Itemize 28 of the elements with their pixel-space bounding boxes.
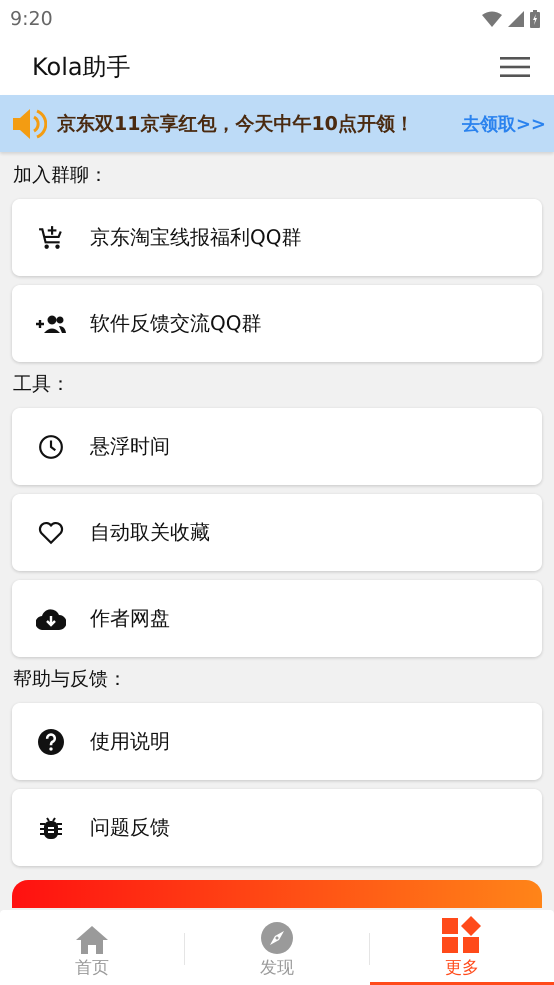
menu-card[interactable]: 软件反馈交流QQ群 [12, 285, 542, 362]
app-title: Kola助手 [32, 52, 131, 82]
clock-icon [38, 434, 64, 460]
bug-icon [39, 816, 63, 840]
grid-icon [442, 916, 482, 954]
add-group-icon [36, 314, 66, 334]
menu-icon[interactable] [500, 56, 530, 76]
menu-card[interactable]: 自动取关收藏 [12, 494, 542, 571]
wifi-icon [482, 11, 502, 27]
speaker-icon [13, 108, 47, 140]
section-title: 帮助与反馈： [13, 667, 127, 692]
menu-card[interactable]: 悬浮时间 [12, 408, 542, 485]
notice-text: 京东双11京享红包，今天中午10点开领！ [57, 112, 415, 136]
menu-card[interactable]: 问题反馈 [12, 789, 542, 866]
heart-icon [38, 520, 64, 544]
compass-icon [261, 922, 293, 954]
menu-card[interactable]: 京东淘宝线报福利QQ群 [12, 199, 542, 276]
cart-icon [38, 224, 64, 250]
signal-icon [508, 11, 524, 27]
section-title: 加入群聊： [13, 163, 108, 188]
help-icon [38, 728, 64, 754]
home-icon [76, 926, 108, 954]
section-title: 工具： [13, 372, 70, 397]
battery-icon [530, 10, 540, 28]
cloud-download-icon [36, 608, 66, 630]
status-time: 9:20 [10, 8, 53, 30]
menu-card[interactable]: 使用说明 [12, 703, 542, 780]
menu-card[interactable]: 作者网盘 [12, 580, 542, 657]
